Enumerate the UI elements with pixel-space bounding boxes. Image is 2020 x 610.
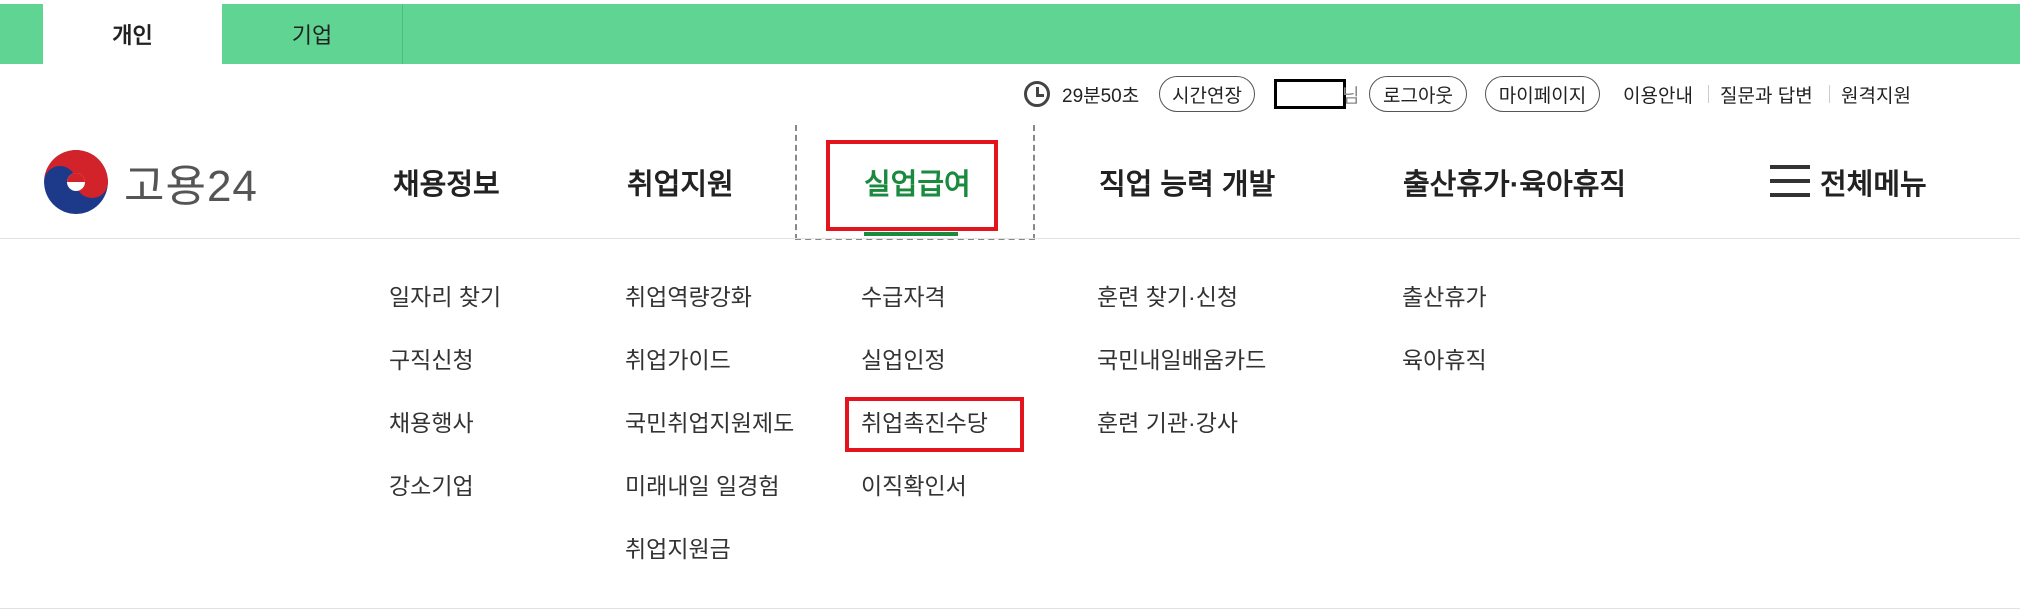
nav-employment-support[interactable]: 취업지원 xyxy=(627,150,734,214)
submenu-item[interactable]: 국민내일배움카드 xyxy=(1097,340,1266,376)
highlight-box-nav xyxy=(826,140,998,231)
submenu-item[interactable]: 출산휴가 xyxy=(1402,277,1487,313)
submenu-item[interactable]: 취업지원금 xyxy=(625,529,731,565)
session-timer: 29분50초 xyxy=(1062,85,1140,107)
highlight-box-submenu xyxy=(845,397,1024,452)
submenu-item[interactable]: 구직신청 xyxy=(389,340,474,376)
nav-vocational-training[interactable]: 직업 능력 개발 xyxy=(1099,150,1275,214)
tab-business[interactable]: 기업 xyxy=(222,4,402,64)
submenu-item[interactable]: 취업가이드 xyxy=(625,340,731,376)
user-suffix: 님 xyxy=(1342,85,1360,107)
util-divider xyxy=(1829,85,1830,103)
submenu-item[interactable]: 육아휴직 xyxy=(1402,340,1487,376)
submenu-item[interactable]: 취업역량강화 xyxy=(625,277,752,313)
all-menu-button[interactable]: 전체메뉴 xyxy=(1820,150,1927,214)
submenu-item[interactable]: 채용행사 xyxy=(389,403,474,439)
submenu-item[interactable]: 훈련 기관·강사 xyxy=(1097,403,1238,439)
tab-personal[interactable]: 개인 xyxy=(43,4,222,64)
mypage-button[interactable]: 마이페이지 xyxy=(1485,76,1600,112)
submenu-item[interactable]: 실업인정 xyxy=(861,340,946,376)
remote-support-link[interactable]: 원격지원 xyxy=(1841,76,1911,112)
extend-time-button[interactable]: 시간연장 xyxy=(1159,76,1255,112)
tab-divider xyxy=(402,4,403,64)
submenu-item[interactable]: 강소기업 xyxy=(389,466,474,502)
submenu-item[interactable]: 이직확인서 xyxy=(861,466,967,502)
help-link[interactable]: 이용안내 xyxy=(1623,76,1693,112)
submenu-item[interactable]: 수급자격 xyxy=(861,277,946,313)
util-divider xyxy=(1708,85,1709,103)
qna-link[interactable]: 질문과 답변 xyxy=(1720,76,1813,112)
active-nav-underline xyxy=(864,232,958,236)
clock-icon xyxy=(1024,81,1050,107)
submenu-item[interactable]: 국민취업지원제도 xyxy=(625,403,794,439)
submenu-item[interactable]: 훈련 찾기·신청 xyxy=(1097,277,1238,313)
hamburger-menu-icon[interactable] xyxy=(1770,165,1810,197)
bottom-divider xyxy=(0,608,2020,609)
masked-username xyxy=(1274,79,1346,109)
logout-button[interactable]: 로그아웃 xyxy=(1369,76,1467,112)
taegeuk-logo-icon[interactable] xyxy=(44,150,108,214)
nav-divider xyxy=(0,238,2020,239)
nav-parental-leave[interactable]: 출산휴가·육아휴직 xyxy=(1403,150,1626,214)
submenu-item[interactable]: 일자리 찾기 xyxy=(389,277,501,313)
submenu-item[interactable]: 미래내일 일경험 xyxy=(625,466,780,502)
nav-job-info[interactable]: 채용정보 xyxy=(393,150,500,214)
site-logo-text[interactable]: 고용24 xyxy=(124,152,258,212)
